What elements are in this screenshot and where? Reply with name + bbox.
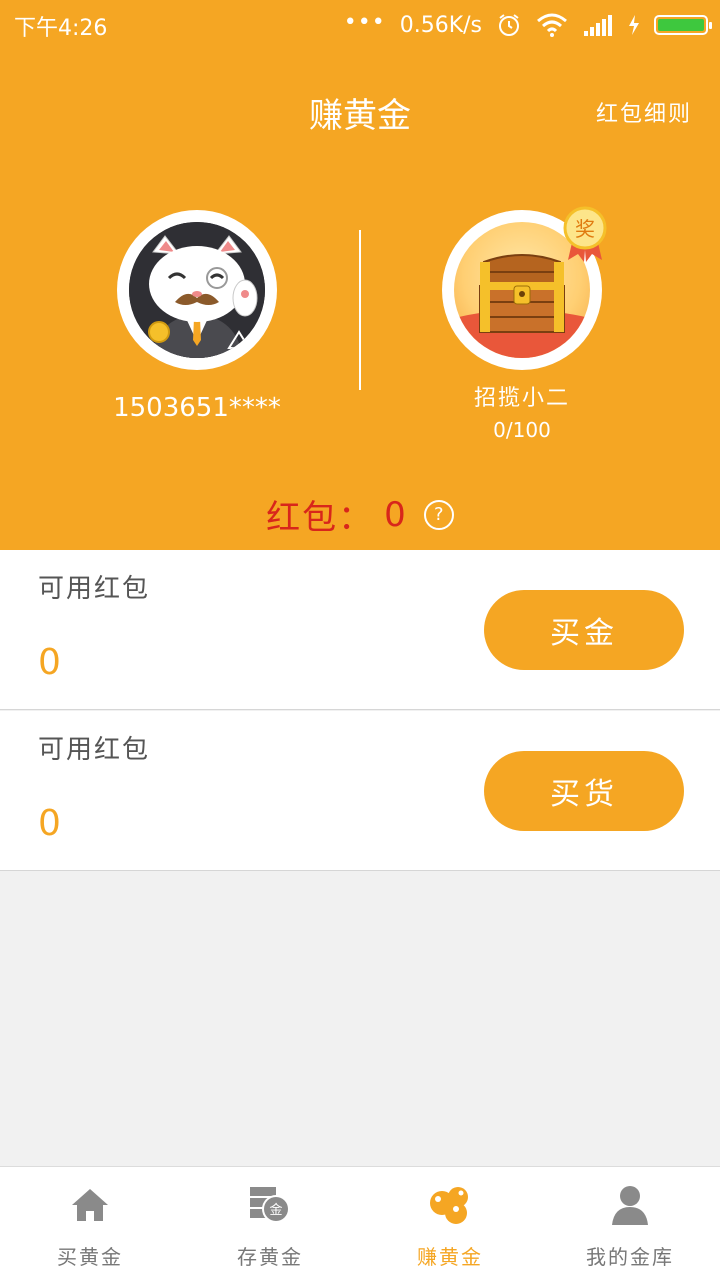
- available-red-packet-label: 可用红包: [38, 574, 151, 604]
- status-bar: 下午4:26 ••• 0.56K/s: [0, 0, 720, 50]
- gold-storage-icon: 金: [250, 1187, 290, 1223]
- status-time: 下午4:26: [14, 16, 108, 41]
- battery-icon: [654, 15, 712, 35]
- nav-earn-gold[interactable]: 赚黄金: [360, 1167, 540, 1280]
- status-icons: ••• 0.56K/s: [343, 9, 712, 40]
- avatar-divider: [359, 230, 361, 390]
- rank-progress: 0/100: [493, 418, 551, 442]
- red-packet-rules-link[interactable]: 红包细则: [596, 96, 692, 128]
- nav-label: 买黄金: [57, 1245, 123, 1269]
- bottom-nav: 买黄金 金 存黄金 赚黄金 我的金库: [0, 1166, 720, 1280]
- red-packet-row-gold: 可用红包 0 买金: [0, 550, 720, 710]
- nav-store-gold[interactable]: 金 存黄金: [180, 1167, 360, 1280]
- red-packet-total: 红包： 0 ?: [0, 490, 720, 539]
- available-red-packet-label: 可用红包: [38, 735, 151, 765]
- award-badge-text: 奖: [575, 217, 595, 241]
- nav-label: 存黄金: [237, 1245, 303, 1269]
- signal-icon: [584, 15, 612, 36]
- buy-gold-button[interactable]: 买金: [484, 590, 684, 670]
- buy-goods-button[interactable]: 买货: [484, 751, 684, 831]
- rank-title: 招揽小二: [473, 386, 570, 411]
- network-speed: 0.56K/s: [399, 12, 482, 38]
- nav-my-vault[interactable]: 我的金库: [540, 1167, 720, 1280]
- lucky-cat-avatar-icon: [129, 222, 265, 358]
- available-red-packet-value: 0: [38, 642, 61, 683]
- rank-avatar[interactable]: 奖: [442, 206, 607, 370]
- available-red-packet-value: 0: [38, 803, 61, 844]
- award-badge-icon: 奖: [563, 206, 607, 262]
- wifi-icon: [537, 13, 567, 37]
- red-packet-value: 0: [384, 494, 406, 535]
- user-avatar[interactable]: [117, 210, 277, 370]
- user-icon: [612, 1186, 648, 1225]
- gold-storage-icon-text: 金: [269, 1202, 282, 1218]
- charging-icon: [629, 15, 639, 35]
- earn-gold-header: 赚黄金 红包细则 奖 1503651**** 招揽小二 0/100 红包： 0 …: [0, 50, 720, 550]
- help-icon[interactable]: ?: [423, 499, 454, 530]
- nav-label: 赚黄金: [417, 1245, 483, 1269]
- user-phone: 1503651****: [113, 393, 281, 423]
- alarm-icon: [499, 14, 519, 36]
- nav-buy-gold[interactable]: 买黄金: [0, 1167, 180, 1280]
- red-packet-label: 红包：: [266, 498, 375, 538]
- coins-icon: [430, 1187, 468, 1224]
- red-packet-row-goods: 可用红包 0 买货: [0, 711, 720, 871]
- nav-label: 我的金库: [586, 1245, 674, 1269]
- more-dots-icon: •••: [343, 9, 386, 35]
- home-icon: [72, 1189, 108, 1221]
